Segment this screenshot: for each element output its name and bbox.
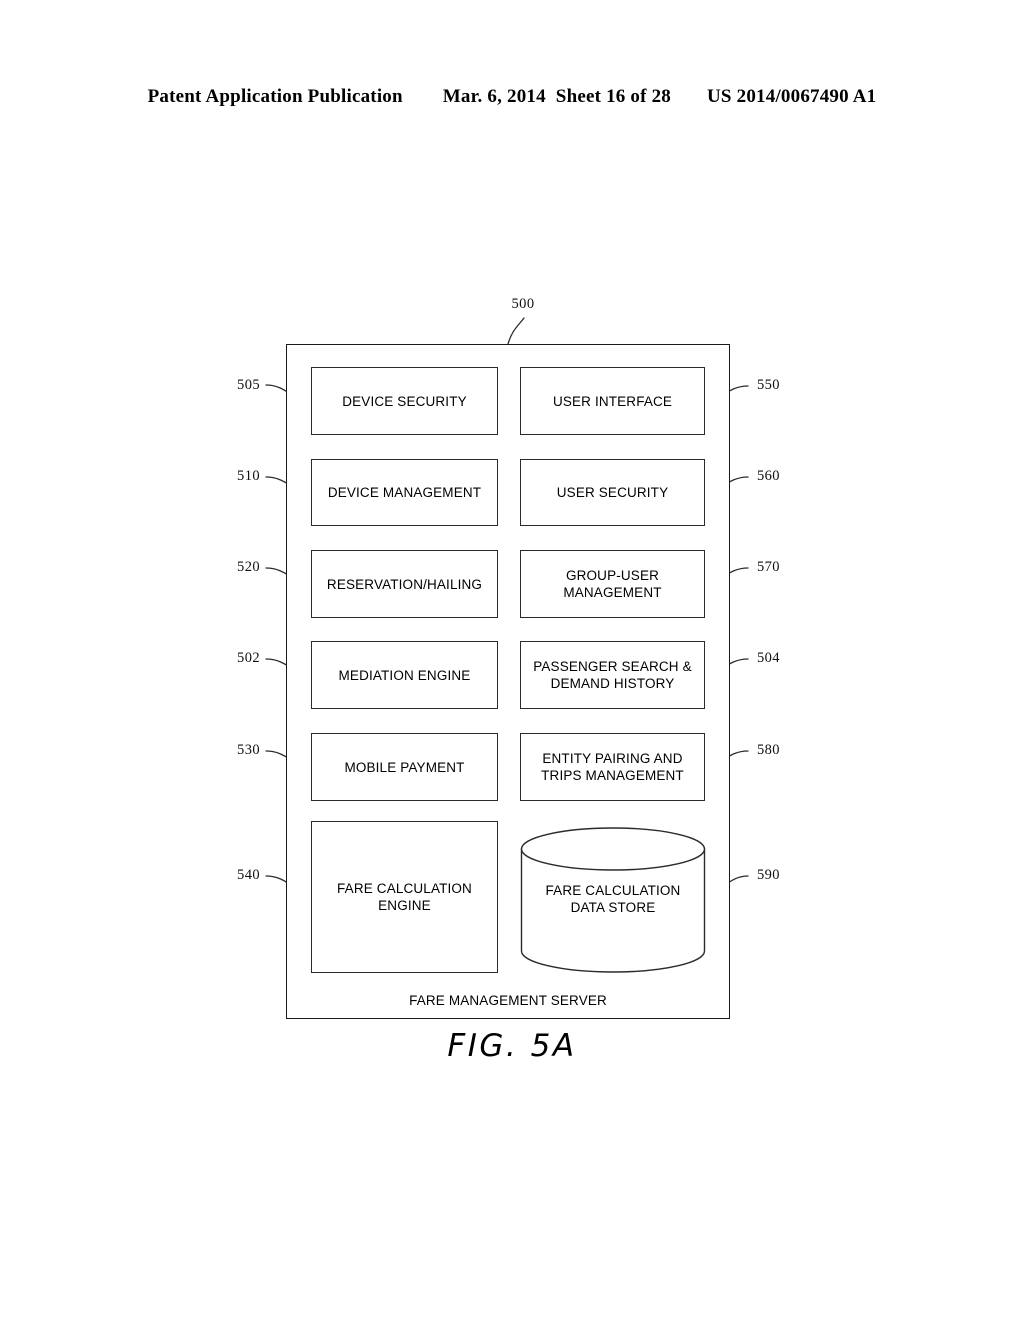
module-label-line2: MANAGEMENT xyxy=(563,585,662,600)
module-user-interface: USER INTERFACE xyxy=(520,367,705,435)
ref-numeral-540: 540 xyxy=(237,867,260,883)
module-label: USER SECURITY xyxy=(556,485,669,500)
module-label: ENTITY PAIRING AND TRIPS MANAGEMENT xyxy=(541,750,684,784)
module-label-line1: GROUP-USER xyxy=(565,568,659,583)
module-label: MEDIATION ENGINE xyxy=(338,667,471,683)
module-label: MOBILE PAYMENT xyxy=(344,759,465,775)
ref-numeral-520: 520 xyxy=(237,559,260,575)
module-entity-pairing-trips-management: ENTITY PAIRING AND TRIPS MANAGEMENT xyxy=(520,733,705,801)
leader-500 xyxy=(507,317,525,345)
ref-numeral-500: 500 xyxy=(511,296,535,312)
figure-5a: 500 DEVICE SECURITY DEVICE MANAGEMENT RE… xyxy=(0,0,1024,1320)
module-passenger-search-demand-history: PASSENGER SEARCH & DEMAND HISTORY xyxy=(520,641,705,709)
module-group-user-management: GROUP-USER MANAGEMENT xyxy=(520,550,705,618)
ref-numeral-505: 505 xyxy=(237,377,260,393)
ref-numeral-502: 502 xyxy=(237,650,260,666)
module-label: DEVICE MANAGEMENT xyxy=(327,485,482,500)
module-fare-calculation-data-store-label: FARE CALCULATION DATA STORE xyxy=(520,882,706,916)
module-label: DEVICE SECURITY xyxy=(342,393,467,409)
module-mobile-payment: MOBILE PAYMENT xyxy=(311,733,498,801)
ref-numeral-510: 510 xyxy=(237,468,260,484)
figure-title: FIG. 5A xyxy=(447,1028,577,1064)
module-label-line2: ENGINE xyxy=(378,898,431,913)
datastore-label-line2: DATA STORE xyxy=(570,900,656,915)
module-user-security: USER SECURITY xyxy=(520,459,705,526)
module-mediation-engine: MEDIATION ENGINE xyxy=(311,641,498,709)
module-label: USER INTERFACE xyxy=(552,393,673,409)
datastore-label-line1: FARE CALCULATION xyxy=(545,883,681,898)
module-device-security: DEVICE SECURITY xyxy=(311,367,498,435)
ref-numeral-570: 570 xyxy=(757,559,780,575)
module-fare-calculation-engine: FARE CALCULATION ENGINE xyxy=(311,821,498,973)
fare-management-server-label: FARE MANAGEMENT SERVER xyxy=(409,993,607,1008)
module-reservation-hailing: RESERVATION/HAILING xyxy=(311,550,498,618)
module-label-line2: DEMAND HISTORY xyxy=(550,676,675,691)
ref-numeral-580: 580 xyxy=(757,742,780,758)
ref-numeral-560: 560 xyxy=(757,468,780,484)
ref-numeral-550: 550 xyxy=(757,377,780,393)
module-label: FARE CALCULATION ENGINE xyxy=(337,880,472,914)
module-label-line2: TRIPS MANAGEMENT xyxy=(541,768,684,783)
module-label-line1: ENTITY PAIRING AND xyxy=(542,751,683,766)
ref-numeral-504: 504 xyxy=(757,650,780,666)
module-label: PASSENGER SEARCH & DEMAND HISTORY xyxy=(533,658,692,692)
module-label: GROUP-USER MANAGEMENT xyxy=(563,567,661,601)
module-device-management: DEVICE MANAGEMENT xyxy=(311,459,498,526)
module-label: RESERVATION/HAILING xyxy=(326,576,483,592)
module-label-line1: PASSENGER SEARCH & xyxy=(533,659,692,674)
ref-numeral-590: 590 xyxy=(757,867,780,883)
module-label-line1: FARE CALCULATION xyxy=(337,881,472,896)
ref-numeral-530: 530 xyxy=(237,742,260,758)
